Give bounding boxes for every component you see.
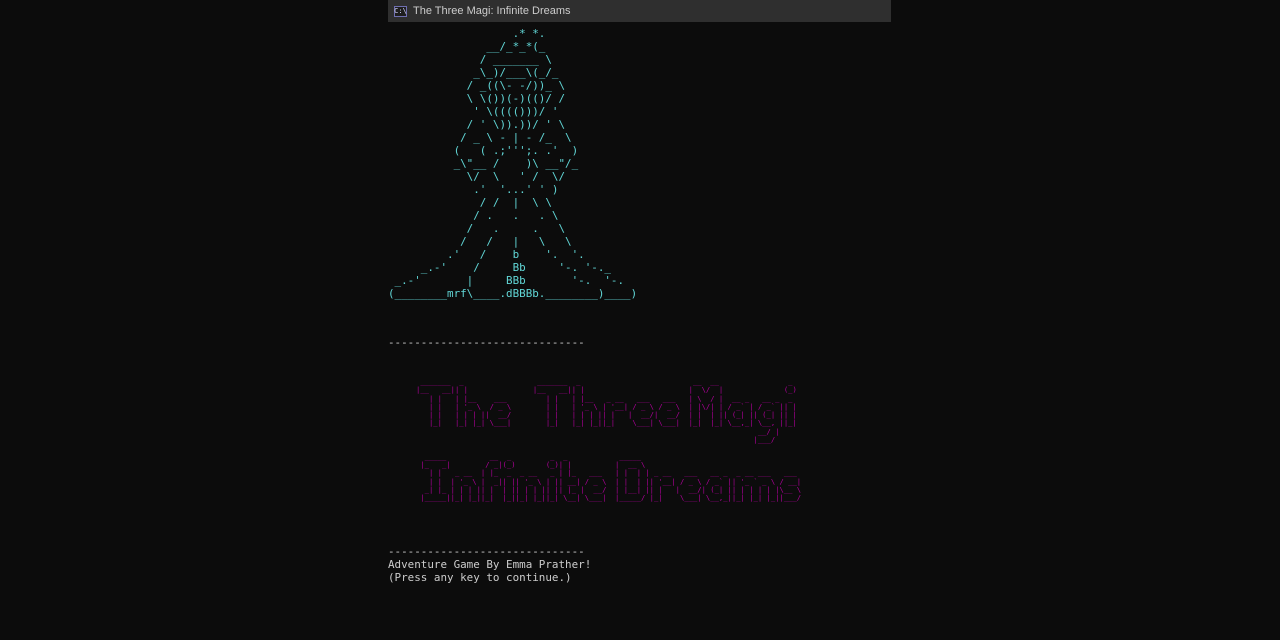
divider-top: ------------------------------ [388, 336, 585, 349]
credit-line: Adventure Game By Emma Prather! [388, 558, 592, 571]
console-output: .* *. __/_*_*(_ / _______ \ _\_)/___\(_/… [388, 27, 637, 300]
wizard-ascii-art: .* *. __/_*_*(_ / _______ \ _\_)/___\(_/… [388, 27, 638, 300]
continue-prompt: (Press any key to continue.) [388, 571, 572, 584]
title-bar[interactable]: C:\ The Three Magi: Infinite Dreams [388, 0, 891, 22]
console-window[interactable]: C:\ The Three Magi: Infinite Dreams .* *… [388, 0, 891, 640]
title-banner-ascii: _______ _ _______ _ __ __ _ |__ __|| | |… [416, 377, 802, 503]
console-icon: C:\ [394, 5, 407, 17]
footer-text: Adventure Game By Emma Prather! (Press a… [388, 558, 591, 584]
window-title: The Three Magi: Infinite Dreams [413, 5, 571, 17]
divider-bottom: ------------------------------ [388, 545, 585, 558]
